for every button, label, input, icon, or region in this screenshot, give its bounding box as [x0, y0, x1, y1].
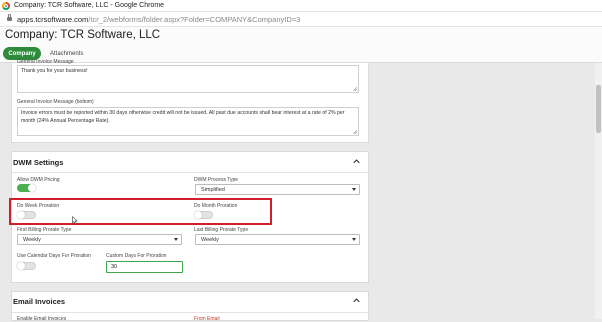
allow-dwm-pricing-label: Allow DWM Pricing	[17, 177, 60, 183]
last-billing-prorate-type-select[interactable]: Weekly	[195, 234, 360, 245]
tab-bar: Company Attachments	[0, 46, 602, 63]
page-scrollbar[interactable]	[595, 63, 602, 319]
enable-email-invoices-label: Enable Email Invoices	[17, 316, 67, 322]
window-title: Company: TCR Software, LLC - Google Chro…	[14, 2, 165, 9]
first-billing-prorate-type-label: First Billing Prorate Type	[17, 227, 72, 233]
resize-handle-icon[interactable]	[353, 87, 357, 91]
first-billing-prorate-type-value: Weekly	[23, 236, 41, 243]
caret-down-icon	[352, 188, 356, 191]
last-billing-prorate-type-value: Weekly	[201, 236, 219, 243]
url-text[interactable]: apps.tcrsoftware.com/tcr_2/webforms/fold…	[17, 15, 300, 24]
first-billing-prorate-type-select[interactable]: Weekly	[17, 234, 182, 245]
invoice-messages-card: General Invoice Message Thank you for yo…	[11, 59, 369, 143]
caret-down-icon	[174, 238, 178, 241]
page-header: Company: TCR Software, LLC	[0, 27, 602, 47]
dwm-settings-title: DWM Settings	[13, 158, 64, 167]
dwm-process-type-label: DWM Process Type	[194, 177, 239, 183]
chevron-up-icon[interactable]	[353, 158, 360, 165]
toggle-knob	[28, 184, 36, 192]
proration-highlight-box	[9, 198, 272, 225]
scrollbar-thumb[interactable]	[596, 85, 601, 133]
dwm-process-type-select[interactable]: Simplified	[195, 184, 360, 195]
resize-handle-icon[interactable]	[353, 130, 357, 134]
custom-days-for-proration-label: Custom Days For Proration	[106, 253, 167, 259]
caret-down-icon	[352, 238, 356, 241]
general-invoice-message-bottom-textarea[interactable]: Invoice errors must be reported within 3…	[17, 107, 359, 136]
last-billing-prorate-type-label: Last Billing Prorate Type	[194, 227, 249, 233]
from-email-label: From Email	[194, 316, 220, 322]
toggle-knob	[17, 262, 25, 270]
page-title: Company: TCR Software, LLC	[5, 29, 161, 41]
lock-icon	[7, 14, 12, 21]
use-calendar-days-label: Use Calendar Days For Proration	[17, 253, 91, 259]
mouse-cursor-icon	[72, 216, 78, 225]
dwm-process-type-value: Simplified	[201, 186, 225, 193]
chrome-logo-icon	[2, 1, 10, 10]
general-invoice-message-bottom-label: General Invoice Message (bottom)	[17, 99, 94, 105]
url-path: /tcr_2/webforms/folder.aspx?Folder=COMPA…	[88, 14, 301, 24]
allow-dwm-pricing-toggle[interactable]	[17, 184, 36, 192]
use-calendar-days-toggle[interactable]	[17, 262, 36, 270]
custom-days-for-proration-input[interactable]: 30	[106, 261, 183, 273]
address-bar[interactable]: apps.tcrsoftware.com/tcr_2/webforms/fold…	[0, 12, 602, 27]
general-invoice-message-textarea[interactable]: Thank you for your business!	[17, 65, 359, 93]
dwm-settings-header[interactable]: DWM Settings	[12, 152, 368, 173]
email-invoices-header[interactable]: Email Invoices	[12, 292, 368, 313]
email-invoices-title: Email Invoices	[13, 297, 66, 306]
general-invoice-message-value: Thank you for your business!	[21, 68, 88, 74]
chevron-up-icon[interactable]	[353, 297, 360, 304]
url-host: apps.tcrsoftware.com	[17, 14, 89, 24]
browser-title-bar: Company: TCR Software, LLC - Google Chro…	[0, 0, 602, 12]
email-invoices-card: Email Invoices Enable Email Invoices Fro…	[11, 291, 369, 322]
custom-days-for-proration-value: 30	[111, 264, 118, 270]
general-invoice-message-bottom-value: Invoice errors must be reported within 3…	[21, 110, 345, 124]
